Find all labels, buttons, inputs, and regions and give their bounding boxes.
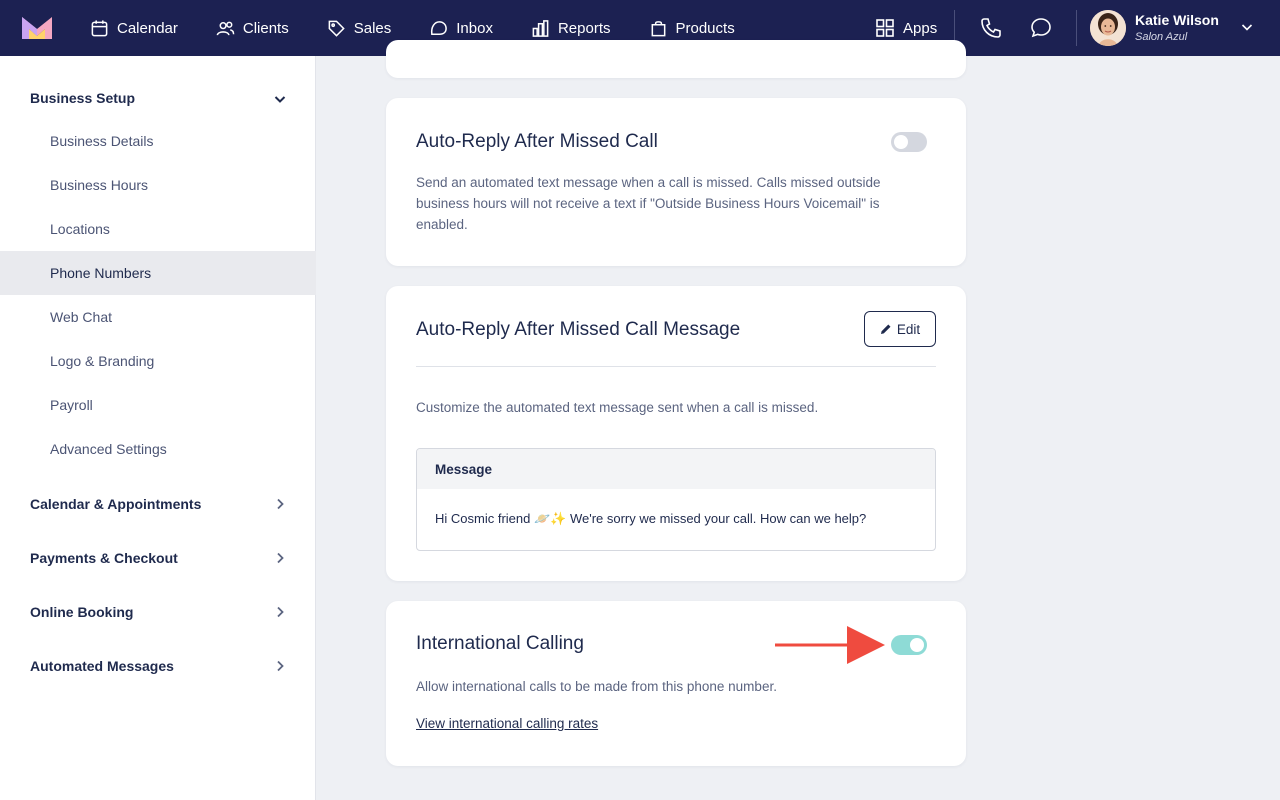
international-calling-description: Allow international calls to be made fro… xyxy=(416,679,777,694)
international-calling-toggle[interactable] xyxy=(891,635,927,655)
nav-calendar-label: Calendar xyxy=(117,19,178,37)
user-photo-icon xyxy=(1090,10,1126,46)
sidebar-item-phone-numbers[interactable]: Phone Numbers xyxy=(0,251,316,295)
chat-bubble-icon[interactable] xyxy=(1029,16,1053,40)
apps-label: Apps xyxy=(903,19,938,37)
avatar[interactable] xyxy=(1090,10,1126,46)
sidebar-item-advanced-settings[interactable]: Advanced Settings xyxy=(0,427,316,471)
nav-products-label: Products xyxy=(675,19,735,37)
edit-button-label: Edit xyxy=(896,321,921,337)
sidebar-item-payroll[interactable]: Payroll xyxy=(0,383,316,427)
sidebar-item-business-details[interactable]: Business Details xyxy=(0,119,316,163)
sidebar-section-online-booking[interactable]: Online Booking xyxy=(30,604,133,620)
divider xyxy=(416,366,936,367)
nav-inbox-label: Inbox xyxy=(456,19,493,37)
toggle-knob xyxy=(894,135,908,149)
nav-sales[interactable]: Sales xyxy=(327,0,392,56)
settings-sidebar: Business Setup Business Details Business… xyxy=(0,56,316,800)
phone-icon[interactable] xyxy=(979,16,1003,40)
message-text: Hi Cosmic friend 🪐✨ We're sorry we misse… xyxy=(435,511,867,526)
divider xyxy=(1076,10,1077,46)
nav-clients-label: Clients xyxy=(242,19,289,37)
auto-reply-card: Auto-Reply After Missed Call Send an aut… xyxy=(386,98,966,266)
red-arrow-annotation-icon xyxy=(775,626,885,664)
message-header: Message xyxy=(417,449,935,489)
chevron-down-icon[interactable] xyxy=(272,91,288,107)
sidebar-item-locations[interactable]: Locations xyxy=(0,207,316,251)
auto-reply-message-card: Auto-Reply After Missed Call Message Edi… xyxy=(386,286,966,581)
pencil-icon xyxy=(880,324,891,334)
auto-reply-message-title: Auto-Reply After Missed Call Message xyxy=(416,319,741,340)
auto-reply-description: Send an automated text message when a ca… xyxy=(416,175,881,232)
sidebar-item-business-hours[interactable]: Business Hours xyxy=(0,163,316,207)
previous-settings-card xyxy=(386,40,966,78)
tag-icon xyxy=(328,20,345,37)
sidebar-section-calendar-appointments[interactable]: Calendar & Appointments xyxy=(30,496,201,512)
bar-chart-icon xyxy=(532,19,549,37)
inbox-icon xyxy=(431,20,448,35)
international-calling-title: International Calling xyxy=(416,633,584,654)
users-icon xyxy=(216,21,235,35)
auto-reply-message-description: Customize the automated text message sen… xyxy=(416,400,819,415)
sidebar-item-web-chat[interactable]: Web Chat xyxy=(0,295,316,339)
chevron-right-icon[interactable] xyxy=(272,658,288,674)
nav-clients[interactable]: Clients xyxy=(216,0,289,56)
calendar-icon xyxy=(91,19,108,36)
message-preview: Message Hi Cosmic friend 🪐✨ We're sorry … xyxy=(416,448,936,551)
chevron-right-icon[interactable] xyxy=(272,496,288,512)
toggle-knob xyxy=(910,638,924,652)
sidebar-item-logo-branding[interactable]: Logo & Branding xyxy=(0,339,316,383)
user-organization: Salon Azul xyxy=(1135,31,1188,43)
shopping-bag-icon xyxy=(651,20,665,36)
nav-reports-label: Reports xyxy=(557,19,611,37)
chevron-right-icon[interactable] xyxy=(272,604,288,620)
international-rates-link[interactable]: View international calling rates xyxy=(416,716,598,731)
apps-grid-icon xyxy=(876,19,894,37)
brand-logo-icon[interactable] xyxy=(22,17,52,39)
nav-calendar[interactable]: Calendar xyxy=(90,0,178,56)
sidebar-section-payments-checkout[interactable]: Payments & Checkout xyxy=(30,550,178,566)
edit-message-button[interactable]: Edit xyxy=(864,311,936,347)
nav-sales-label: Sales xyxy=(353,19,392,37)
chevron-down-icon[interactable] xyxy=(1240,20,1254,34)
sidebar-section-business-setup[interactable]: Business Setup xyxy=(30,90,135,106)
auto-reply-toggle[interactable] xyxy=(891,132,927,152)
sidebar-section-automated-messages[interactable]: Automated Messages xyxy=(30,658,174,674)
chevron-right-icon[interactable] xyxy=(272,550,288,566)
auto-reply-title: Auto-Reply After Missed Call xyxy=(416,131,658,152)
user-name[interactable]: Katie Wilson xyxy=(1135,12,1219,28)
